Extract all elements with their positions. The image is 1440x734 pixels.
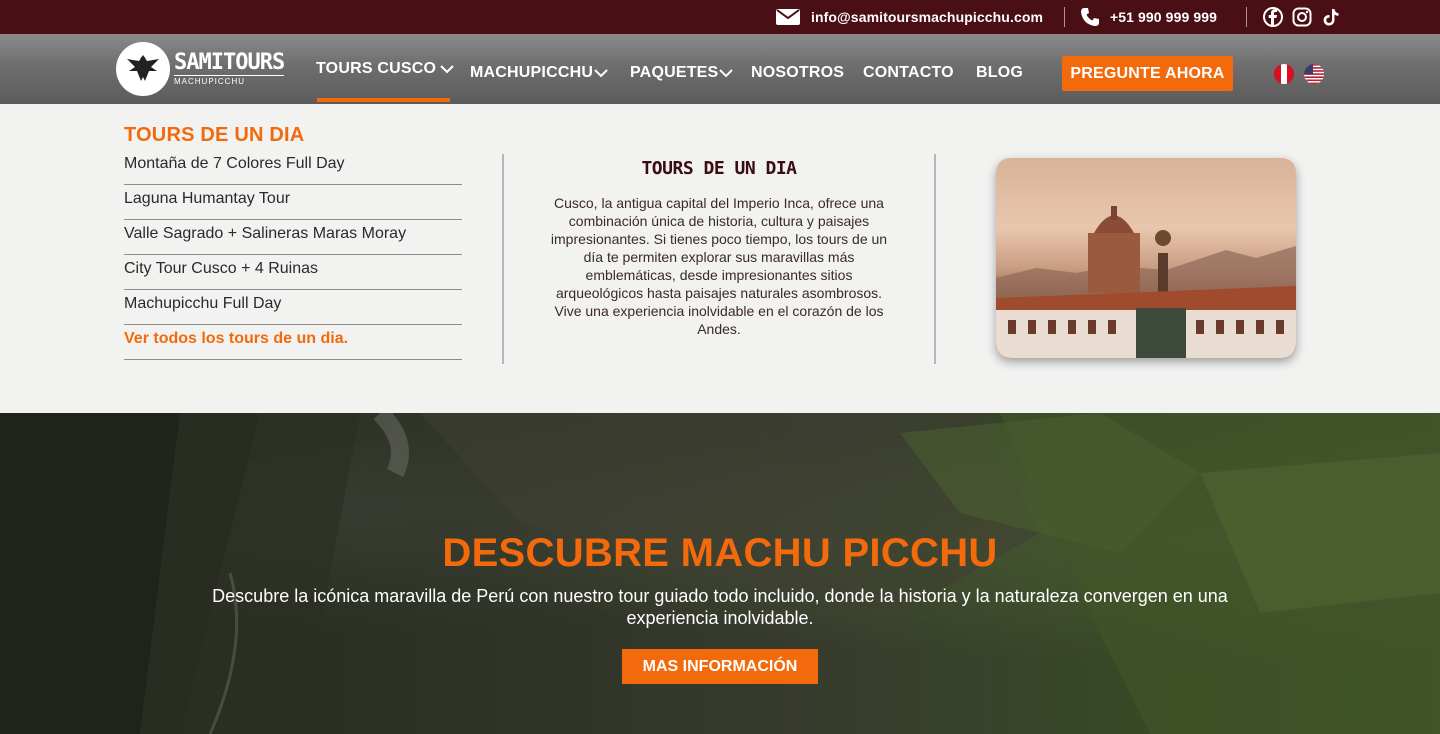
condor-logo-icon xyxy=(116,42,170,96)
hero-banner: DESCUBRE MACHU PICCHU Descubre la icónic… xyxy=(0,413,1440,734)
main-nav: SAMITOURS MACHUPICCHU TOURS CUSCO MACHUP… xyxy=(0,34,1440,104)
tour-link-machupicchu-full-day[interactable]: Machupicchu Full Day xyxy=(124,290,462,325)
hero-title: DESCUBRE MACHU PICCHU xyxy=(442,531,998,575)
email-link[interactable]: info@samitoursmachupicchu.com xyxy=(775,7,1043,27)
logo-subtitle: MACHUPICCHU xyxy=(174,75,285,87)
divider xyxy=(1064,7,1065,27)
tour-link-rainbow-mountain[interactable]: Montaña de 7 Colores Full Day xyxy=(124,150,462,185)
nav-machupicchu[interactable]: MACHUPICCHU xyxy=(470,38,608,108)
tours-cusco-dropdown: TOURS DE UN DIA Montaña de 7 Colores Ful… xyxy=(0,104,1440,413)
dropdown-description: Cusco, la antigua capital del Imperio In… xyxy=(550,195,888,337)
tour-link-city-tour[interactable]: City Tour Cusco + 4 Ruinas xyxy=(124,255,462,290)
divider xyxy=(502,154,504,364)
divider xyxy=(1246,7,1247,27)
nav-label: BLOG xyxy=(976,64,1024,81)
logo-wordmark: SAMITOURS xyxy=(174,50,285,75)
nav-label: CONTACTO xyxy=(863,64,954,81)
nav-nosotros[interactable]: NOSOTROS xyxy=(751,38,844,108)
chevron-down-icon xyxy=(440,64,454,74)
nav-paquetes[interactable]: PAQUETES xyxy=(630,38,734,108)
dropdown-center-title: TOURS DE UN DIA xyxy=(641,158,797,179)
top-contact-bar: info@samitoursmachupicchu.com +51 990 99… xyxy=(0,0,1440,34)
instagram-icon[interactable] xyxy=(1291,6,1313,28)
mail-icon xyxy=(775,7,801,27)
tiktok-icon[interactable] xyxy=(1320,6,1342,28)
chevron-down-icon xyxy=(594,68,608,78)
peru-flag-icon[interactable] xyxy=(1274,64,1294,84)
active-nav-indicator xyxy=(317,98,450,102)
dropdown-heading: TOURS DE UN DIA xyxy=(124,124,305,146)
phone-text: +51 990 999 999 xyxy=(1110,9,1217,25)
nav-label: TOURS CUSCO xyxy=(316,60,437,77)
hero-subtitle: Descubre la icónica maravilla de Perú co… xyxy=(212,586,1228,628)
nav-label: NOSOTROS xyxy=(751,64,845,81)
dropdown-tour-list: Montaña de 7 Colores Full Day Laguna Hum… xyxy=(124,150,462,360)
divider xyxy=(934,154,936,364)
phone-link[interactable]: +51 990 999 999 xyxy=(1080,7,1217,27)
more-info-button[interactable]: MAS INFORMACIÓN xyxy=(622,649,818,684)
usa-flag-icon[interactable] xyxy=(1304,64,1324,84)
cusco-cathedral-photo xyxy=(996,158,1296,358)
email-text: info@samitoursmachupicchu.com xyxy=(811,9,1044,25)
nav-contacto[interactable]: CONTACTO xyxy=(863,38,954,108)
site-logo[interactable]: SAMITOURS MACHUPICCHU xyxy=(116,42,285,96)
phone-icon xyxy=(1080,7,1100,27)
nav-blog[interactable]: BLOG xyxy=(976,38,1023,108)
tour-link-sacred-valley[interactable]: Valle Sagrado + Salineras Maras Moray xyxy=(124,220,462,255)
nav-tours-cusco[interactable]: TOURS CUSCO xyxy=(316,34,454,104)
chevron-down-icon xyxy=(719,68,734,78)
see-all-tours-link[interactable]: Ver todos los tours de un dia. xyxy=(124,325,462,360)
nav-label: MACHUPICCHU xyxy=(470,64,594,81)
tour-link-humantay[interactable]: Laguna Humantay Tour xyxy=(124,185,462,220)
ask-now-button[interactable]: PREGUNTE AHORA xyxy=(1062,56,1233,91)
nav-label: PAQUETES xyxy=(630,64,719,81)
facebook-icon[interactable] xyxy=(1262,6,1284,28)
